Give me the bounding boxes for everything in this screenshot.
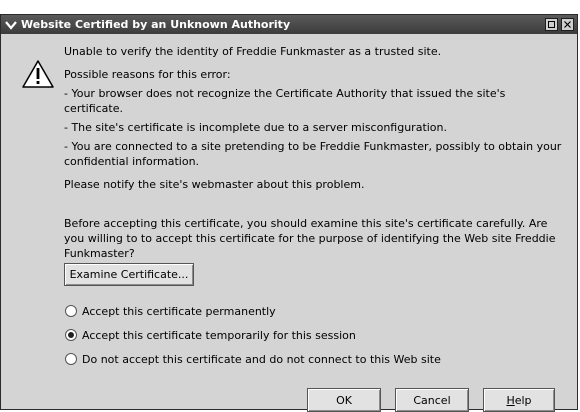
radio-accept-session[interactable]: Accept this certificate temporarily for … (65, 327, 356, 343)
title-bar[interactable]: Website Certified by an Unknown Authorit… (1, 15, 577, 34)
radio-label: Do not accept this certificate and do no… (82, 352, 441, 366)
reason-item: - You are connected to a site pretending… (64, 140, 562, 168)
advice-text: Before accepting this certificate, you s… (64, 217, 556, 260)
examine-certificate-button[interactable]: Examine Certificate... (64, 263, 194, 286)
reason-item: - Your browser does not recognize the Ce… (64, 87, 506, 115)
close-icon[interactable] (561, 18, 574, 31)
window-title: Website Certified by an Unknown Authorit… (21, 18, 291, 31)
window-menu-icon[interactable] (4, 18, 18, 32)
help-mnemonic: H (506, 393, 515, 407)
radio-button[interactable] (65, 353, 77, 365)
help-button[interactable]: Help (483, 388, 555, 412)
ok-button[interactable]: OK (307, 388, 381, 412)
radio-do-not-accept[interactable]: Do not accept this certificate and do no… (65, 351, 441, 367)
radio-accept-permanently[interactable]: Accept this certificate permanently (65, 303, 276, 319)
reasons-heading: Possible reasons for this error: (64, 68, 231, 81)
cancel-button[interactable]: Cancel (395, 388, 469, 412)
warning-icon (21, 59, 55, 89)
notify-text: Please notify the site's webmaster about… (64, 178, 365, 191)
minimize-icon[interactable] (545, 18, 558, 31)
reason-item: - The site's certificate is incomplete d… (64, 121, 448, 134)
radio-label: Accept this certificate permanently (82, 304, 276, 318)
radio-button[interactable] (65, 305, 77, 317)
radio-selected-dot (68, 332, 74, 338)
headline-text: Unable to verify the identity of Freddie… (64, 45, 442, 58)
certificate-dialog: Website Certified by an Unknown Authorit… (0, 14, 578, 412)
message-body: Unable to verify the identity of Freddie… (64, 44, 567, 261)
radio-button[interactable] (65, 329, 77, 341)
help-label-rest: elp (514, 393, 532, 407)
radio-label: Accept this certificate temporarily for … (82, 328, 356, 342)
